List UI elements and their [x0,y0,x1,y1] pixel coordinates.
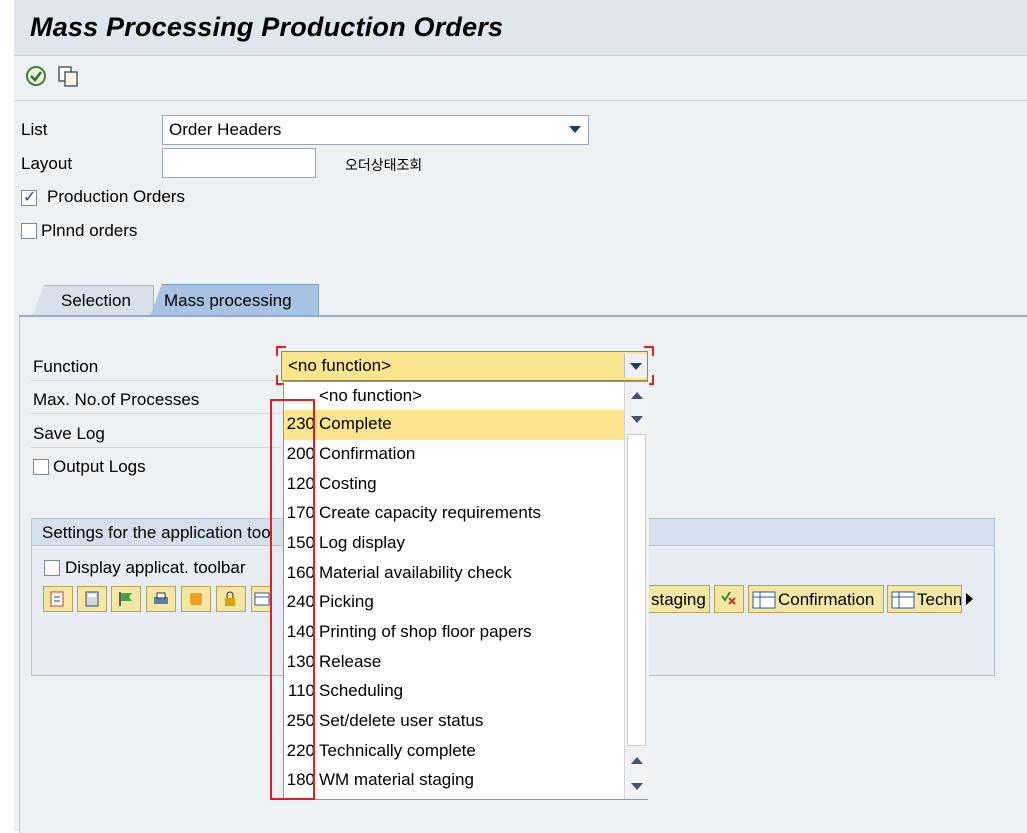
divider [31,447,281,448]
option-label: WM material staging [319,770,474,789]
toolbar-button[interactable] [111,586,141,612]
techn-button-label: Techn [917,590,962,609]
dropdown-option[interactable]: 180 WM material staging [284,766,624,796]
option-label: Create capacity requirements [319,503,542,522]
function-value: <no function> [288,356,392,375]
save-log-label: Save Log [33,424,105,443]
lock-icon [225,591,235,606]
scroll-icon [190,593,202,605]
toolbar-button[interactable] [146,586,176,612]
dropdown-option[interactable]: 150 Log display [284,529,624,559]
chevron-down-icon [630,363,642,370]
layout-label: Layout [21,154,73,173]
option-label: Technically complete [319,741,476,760]
function-select[interactable]: <no function> [281,351,648,381]
dropdown-option[interactable]: <no function> [284,382,624,412]
tab-selection-label: Selection [61,291,131,310]
check-cross-icon [721,591,736,605]
calculator-icon [85,591,99,607]
function-label: Function [33,357,99,376]
table-icon [891,591,915,609]
scroll-up-icon[interactable] [631,757,643,764]
dropdown-option[interactable]: 140 Printing of shop floor papers [284,618,624,648]
list-value: Order Headers [169,120,282,139]
dropdown-option[interactable]: 250 Set/delete user status [284,707,624,737]
table-icon [752,591,776,609]
function-dropdown-list: <no function> 230 Complete 200 Confirmat… [283,381,649,800]
code-column-highlight [270,399,315,800]
dropdown-option[interactable]: 200 Confirmation [284,440,624,470]
option-label: Release [319,652,382,671]
scroll-up-icon[interactable] [631,392,643,399]
max-processes-label: Max. No.of Processes [33,390,200,409]
checkmark-icon: ✓ [23,189,37,206]
divider [31,380,281,381]
flag-icon [119,592,132,606]
output-logs-checkbox[interactable] [33,459,49,475]
list-select[interactable]: Order Headers [162,115,589,145]
scrollbar-thumb[interactable] [627,434,646,746]
list-label: List [21,120,48,139]
dropdown-option[interactable]: 220 Technically complete [284,737,624,767]
copy-variant-icon[interactable] [56,64,80,88]
layout-description: 오더상태조회 [345,157,423,173]
planned-orders-label: Plnnd orders [41,221,138,240]
scroll-right-icon[interactable] [966,593,973,605]
divider [31,413,281,414]
dropdown-option[interactable]: 160 Material availability check [284,559,624,589]
scroll-down-icon[interactable] [631,416,643,423]
confirmation-button-label: Confirmation [778,590,875,609]
option-label: Printing of shop floor papers [319,622,532,641]
display-toolbar-label: Display applicat. toolbar [65,558,246,577]
dropdown-option[interactable]: 240 Picking [284,588,624,618]
layout-input[interactable] [162,148,316,178]
option-label: Set/delete user status [319,711,484,730]
dropdown-option[interactable]: 130 Release [284,648,624,678]
highlight-corner [644,346,654,356]
option-label: Complete [319,414,392,433]
option-label: Picking [319,592,374,611]
staging-button-label: staging [651,590,706,609]
option-label: Confirmation [319,444,416,463]
dropdown-scrollbar[interactable] [624,382,649,799]
printer-icon [154,592,168,604]
settings-title: Settings for the application too [42,523,271,542]
toolbar-button[interactable] [43,586,73,612]
option-label: <no function> [319,386,423,405]
title-bar: Mass Processing Production Orders [14,0,1027,56]
option-label: Material availability check [319,563,512,582]
production-orders-label: Production Orders [47,187,185,206]
output-logs-label: Output Logs [53,457,146,476]
page-title: Mass Processing Production Orders [30,12,504,42]
dropdown-option[interactable]: 170 Create capacity requirements [284,499,624,529]
toolbar-button[interactable] [714,585,744,613]
highlight-corner [276,346,286,356]
document-icon [50,591,64,607]
toolbar-button[interactable] [77,586,107,612]
option-label: Scheduling [319,681,404,700]
technically-complete-button[interactable]: Techn [887,585,962,613]
option-label: Log display [319,533,406,552]
tab-mass-processing-label: Mass processing [164,291,292,310]
dropdown-option-selected[interactable]: 230 Complete [284,410,624,440]
chevron-down-icon[interactable] [569,126,581,133]
toolbar-button[interactable] [216,586,246,612]
dropdown-option[interactable]: 120 Costing [284,470,624,500]
scroll-down-icon[interactable] [631,783,643,790]
planned-orders-checkbox[interactable] [21,223,37,239]
production-orders-checkbox[interactable]: ✓ [21,189,37,206]
application-toolbar [14,56,1027,101]
confirmation-button[interactable]: Confirmation [748,585,884,613]
display-toolbar-checkbox[interactable] [44,560,60,576]
toolbar-button[interactable] [181,586,211,612]
staging-button[interactable]: staging [648,585,710,613]
execute-icon[interactable] [24,64,48,88]
toolbar-button[interactable] [251,586,271,612]
option-label: Costing [319,474,377,493]
dropdown-option[interactable]: 110 Scheduling [284,677,624,707]
